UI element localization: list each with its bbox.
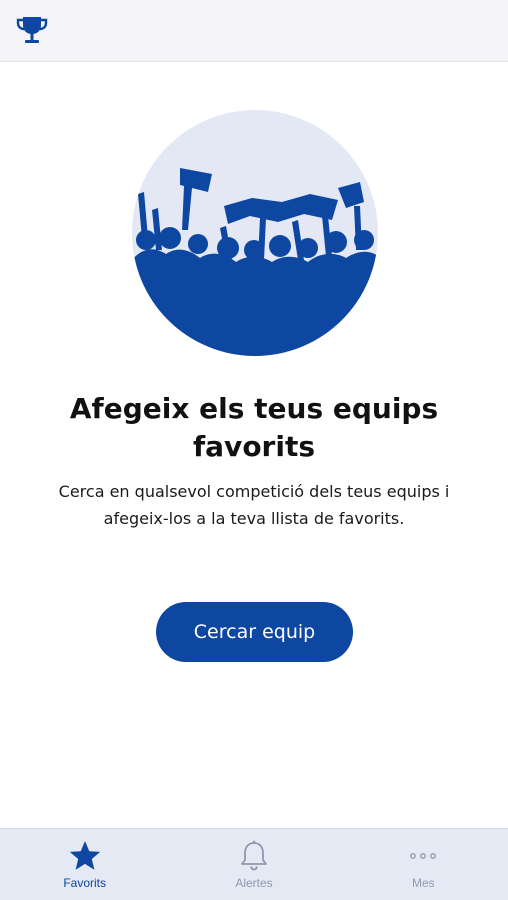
star-icon [68,839,102,873]
trophy-icon[interactable] [14,12,50,48]
bell-icon [237,839,271,873]
empty-state-description: Cerca en qualsevol competició dels teus … [58,482,450,528]
bottom-tab-bar: Favorits Alertes Mes [0,828,508,900]
tab-mes[interactable]: Mes [339,829,508,900]
crowd-fans-illustration [132,110,378,356]
top-app-bar [0,0,508,62]
tab-label: Mes [411,876,435,890]
tab-label: Favorits [63,876,106,890]
search-team-button[interactable]: Cercar equip [156,602,353,662]
tab-label: Alertes [235,876,273,890]
tab-favorits[interactable]: Favorits [0,829,169,900]
tab-alertes[interactable]: Alertes [169,829,338,900]
more-dots-icon [406,839,440,873]
empty-state-title: Afegeix els teus equips favorits [69,392,439,463]
